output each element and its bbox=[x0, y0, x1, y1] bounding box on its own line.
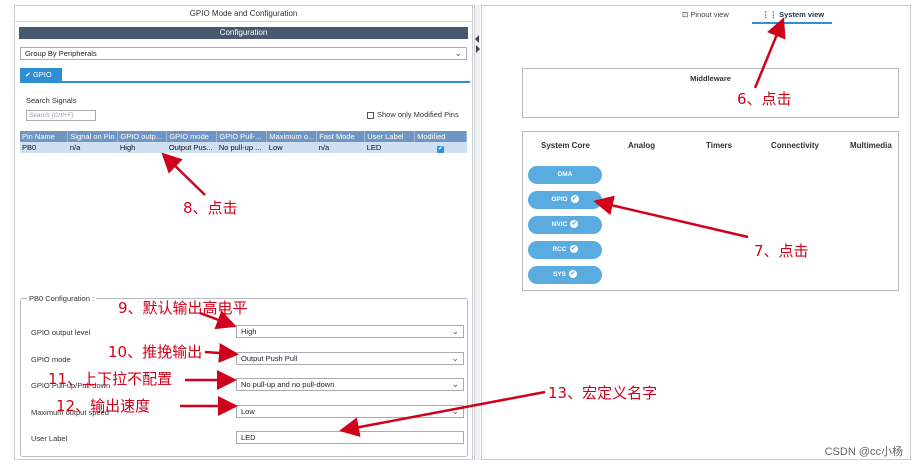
col-modified[interactable]: Modified bbox=[414, 131, 467, 142]
middleware-title: Middleware bbox=[690, 74, 731, 83]
output-level-value: High bbox=[241, 327, 257, 336]
category-connectivity[interactable]: Connectivity bbox=[771, 141, 819, 150]
pull-select[interactable]: No pull-up and no pull-down ⌄ bbox=[236, 378, 464, 391]
chevron-down-icon: ⌄ bbox=[454, 48, 462, 58]
speed-value: Low bbox=[241, 407, 255, 416]
item-rcc-label: RCC bbox=[552, 246, 567, 253]
check-icon: ✔ bbox=[570, 195, 579, 204]
panel-title: GPIO Mode and Configuration bbox=[15, 6, 472, 22]
table-row[interactable]: PB0 n/a High Output Pus... No pull-up ..… bbox=[20, 142, 467, 153]
check-icon: ✔ bbox=[569, 270, 577, 279]
col-gpio-pull[interactable]: GPIO Pull-... bbox=[216, 131, 268, 142]
annotation-7: 7、点击 bbox=[754, 242, 809, 260]
cell-signal: n/a bbox=[67, 142, 118, 153]
watermark: CSDN @cc小杨 bbox=[824, 446, 903, 458]
item-sys[interactable]: SYS ✔ bbox=[528, 266, 602, 284]
gpio-mode-value: Output Push Pull bbox=[241, 354, 298, 363]
tab-gpio[interactable]: ✔ GPIO bbox=[20, 68, 62, 81]
annotation-6: 6、点击 bbox=[737, 90, 792, 108]
tab-gpio-label: GPIO bbox=[32, 70, 52, 79]
gpio-mode-label: GPIO mode bbox=[31, 355, 71, 364]
pb0-configuration-title: PB0 Configuration : bbox=[27, 294, 97, 303]
table-header-row: Pin Name Signal on Pin GPIO outp... GPIO… bbox=[20, 131, 467, 142]
cell-pin-name: PB0 bbox=[20, 142, 68, 153]
collapse-left-icon[interactable] bbox=[475, 35, 479, 43]
annotation-8: 8、点击 bbox=[183, 199, 238, 217]
search-signals-label: Search Signals bbox=[26, 96, 77, 105]
user-label-value: LED bbox=[241, 433, 256, 442]
item-dma-label: DMA bbox=[557, 171, 573, 178]
cell-max-output: Low bbox=[266, 142, 317, 153]
check-icon: ✔ bbox=[570, 220, 579, 229]
cell-modified[interactable]: ✔ bbox=[414, 142, 467, 153]
category-multimedia[interactable]: Multimedia bbox=[850, 141, 892, 150]
system-view-panel: ⊡ Pinout view ⋮⋮ System view Middleware … bbox=[481, 5, 911, 460]
cell-gpio-mode: Output Pus... bbox=[166, 142, 217, 153]
category-system-core[interactable]: System Core bbox=[541, 141, 590, 150]
user-label-input[interactable]: LED bbox=[236, 431, 464, 444]
checkbox-icon[interactable] bbox=[367, 111, 374, 119]
item-gpio[interactable]: GPIO ✔ bbox=[528, 191, 602, 209]
annotation-10: 10、推挽输出 bbox=[108, 343, 203, 361]
expand-right-icon[interactable] bbox=[476, 45, 480, 53]
show-modified-toggle[interactable]: Show only Modified Pins bbox=[367, 110, 459, 119]
chevron-down-icon: ⌄ bbox=[451, 379, 459, 389]
item-nvic-label: NVIC bbox=[551, 221, 568, 228]
grid-icon: ⋮⋮ bbox=[762, 10, 777, 19]
chevron-down-icon: ⌄ bbox=[451, 406, 459, 416]
cell-user-label: LED bbox=[364, 142, 415, 153]
output-level-select[interactable]: High ⌄ bbox=[236, 325, 464, 338]
check-circle-icon: ✔ bbox=[25, 72, 31, 79]
col-user-label[interactable]: User Label bbox=[364, 131, 416, 142]
pinout-icon: ⊡ bbox=[682, 10, 689, 19]
show-modified-label: Show only Modified Pins bbox=[377, 110, 459, 119]
item-sys-label: SYS bbox=[552, 271, 566, 278]
categories-section: System Core Analog Timers Connectivity M… bbox=[522, 131, 899, 291]
annotation-12: 12、输出速度 bbox=[56, 397, 151, 415]
tab-system-label: System view bbox=[779, 10, 825, 19]
tab-active-underline bbox=[752, 22, 832, 24]
search-input[interactable]: Search (Crtl+F) bbox=[26, 110, 96, 121]
pull-value: No pull-up and no pull-down bbox=[241, 380, 335, 389]
category-timers[interactable]: Timers bbox=[706, 141, 732, 150]
col-gpio-mode[interactable]: GPIO mode bbox=[166, 131, 218, 142]
chevron-down-icon: ⌄ bbox=[451, 353, 459, 363]
item-dma[interactable]: DMA bbox=[528, 166, 602, 184]
cell-gpio-output: High bbox=[117, 142, 167, 153]
tab-pinout-view[interactable]: ⊡ Pinout view bbox=[682, 10, 729, 19]
cell-fast-mode: n/a bbox=[316, 142, 365, 153]
item-rcc[interactable]: RCC ✔ bbox=[528, 241, 602, 259]
cell-gpio-pull: No pull-up ... bbox=[216, 142, 267, 153]
configuration-header: Configuration bbox=[19, 27, 468, 39]
category-analog[interactable]: Analog bbox=[628, 141, 655, 150]
user-label-label: User Label bbox=[31, 434, 68, 443]
col-max-output[interactable]: Maximum o... bbox=[266, 131, 318, 142]
gpio-mode-select[interactable]: Output Push Pull ⌄ bbox=[236, 352, 464, 365]
checked-checkbox-icon[interactable]: ✔ bbox=[437, 145, 445, 153]
annotation-11: 11、上下拉不配置 bbox=[48, 370, 173, 388]
item-gpio-label: GPIO bbox=[551, 196, 568, 203]
col-pin-name[interactable]: Pin Name bbox=[20, 131, 69, 142]
group-by-value: Group By Peripherals bbox=[25, 49, 97, 58]
check-icon: ✔ bbox=[569, 245, 578, 254]
tab-underline bbox=[20, 81, 470, 83]
annotation-13: 13、宏定义名字 bbox=[548, 384, 658, 402]
output-level-label: GPIO output level bbox=[31, 328, 91, 337]
chevron-down-icon: ⌄ bbox=[451, 326, 459, 336]
col-fast-mode[interactable]: Fast Mode bbox=[316, 131, 366, 142]
col-gpio-output[interactable]: GPIO outp... bbox=[117, 131, 168, 142]
gpio-config-panel: GPIO Mode and Configuration Configuratio… bbox=[14, 5, 473, 460]
speed-select[interactable]: Low ⌄ bbox=[236, 405, 464, 418]
item-nvic[interactable]: NVIC ✔ bbox=[528, 216, 602, 234]
col-signal[interactable]: Signal on Pin bbox=[67, 131, 119, 142]
panel-splitter[interactable] bbox=[474, 5, 480, 460]
tab-system-view[interactable]: ⋮⋮ System view bbox=[762, 10, 824, 19]
group-by-select[interactable]: Group By Peripherals ⌄ bbox=[20, 47, 467, 60]
pin-table: Pin Name Signal on Pin GPIO outp... GPIO… bbox=[20, 131, 467, 153]
tab-pinout-label: Pinout view bbox=[690, 10, 729, 19]
annotation-9: 9、默认输出高电平 bbox=[118, 299, 248, 317]
middleware-section: Middleware bbox=[522, 68, 899, 118]
